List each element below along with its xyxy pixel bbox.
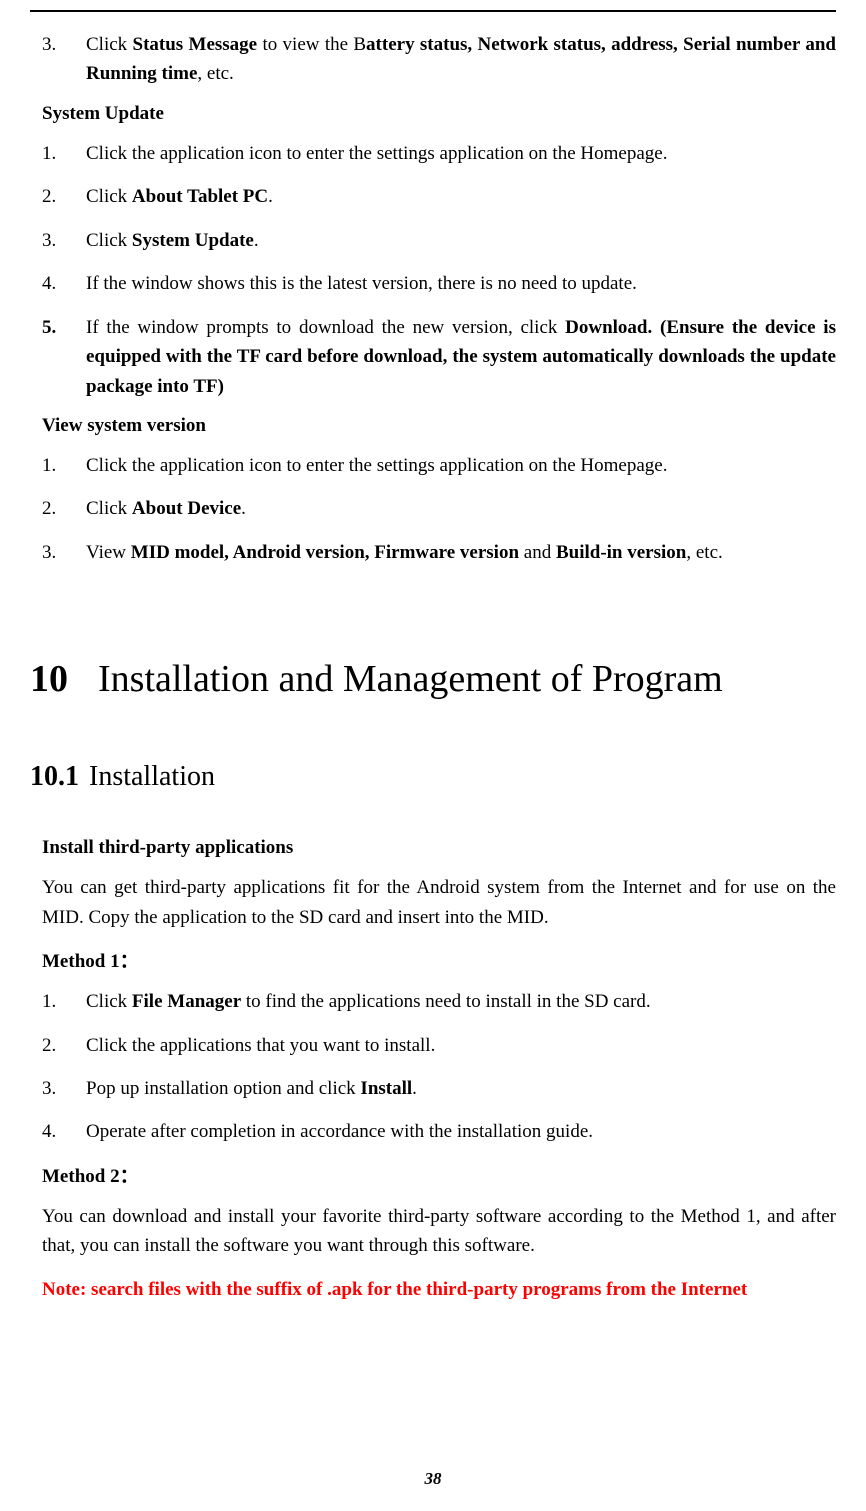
item-body: View MID model, Android version, Firmwar…: [86, 538, 836, 567]
list-item: 1. Click File Manager to find the applic…: [42, 987, 836, 1016]
item-body: If the window shows this is the latest v…: [86, 269, 836, 298]
item-number: 4.: [42, 269, 86, 298]
list-item: 1. Click the application icon to enter t…: [42, 139, 836, 168]
list-item: 3. View MID model, Android version, Firm…: [42, 538, 836, 567]
item-body: Click System Update.: [86, 226, 836, 255]
chapter-title: 10 Installation and Management of Progra…: [30, 657, 836, 701]
chapter-number: 10: [30, 657, 68, 701]
item-number: 2.: [42, 494, 86, 523]
subheading-view-system-version: View system version: [42, 415, 836, 437]
item-number: 2.: [42, 182, 86, 211]
item-body: Operate after completion in accordance w…: [86, 1117, 836, 1146]
item-number: 1.: [42, 139, 86, 168]
list-item: 4. If the window shows this is the lates…: [42, 269, 836, 298]
list-item: 1. Click the application icon to enter t…: [42, 451, 836, 480]
method2-label: Method 2：: [42, 1161, 836, 1188]
item-number: 5.: [42, 313, 86, 342]
item-number: 1.: [42, 987, 86, 1016]
header-rule: [30, 10, 836, 12]
item-number: 3.: [42, 226, 86, 255]
item-body: If the window prompts to download the ne…: [86, 313, 836, 401]
item-body: Click Status Message to view the Battery…: [86, 30, 836, 89]
list-item: 2. Click About Tablet PC.: [42, 182, 836, 211]
sysupdate-list: 1. Click the application icon to enter t…: [42, 139, 836, 401]
content-block: 3. Click Status Message to view the Batt…: [42, 30, 836, 567]
list-item: 2. Click the applications that you want …: [42, 1031, 836, 1060]
method2-text: You can download and install your favori…: [42, 1202, 836, 1261]
note-text: Note: search files with the suffix of .a…: [42, 1275, 836, 1304]
item-number: 1.: [42, 451, 86, 480]
item-number: 3.: [42, 30, 86, 59]
subheading-system-update: System Update: [42, 103, 836, 125]
method1-label: Method 1：: [42, 946, 836, 973]
item-number: 3.: [42, 538, 86, 567]
section-text: Installation: [89, 761, 215, 792]
section-title: 10.1 Installation: [30, 761, 836, 793]
method1-list: 1. Click File Manager to find the applic…: [42, 987, 836, 1147]
item-body: Click the applications that you want to …: [86, 1031, 836, 1060]
list-item: 5. If the window prompts to download the…: [42, 313, 836, 401]
page-container: 3. Click Status Message to view the Batt…: [0, 0, 866, 1511]
item-body: Click About Device.: [86, 494, 836, 523]
item-number: 4.: [42, 1117, 86, 1146]
top-list: 3. Click Status Message to view the Batt…: [42, 30, 836, 89]
list-item: 4. Operate after completion in accordanc…: [42, 1117, 836, 1146]
list-item: 3. Click System Update.: [42, 226, 836, 255]
chapter-text: Installation and Management of Program: [98, 657, 836, 701]
item-number: 3.: [42, 1074, 86, 1103]
item-body: Click the application icon to enter the …: [86, 139, 836, 168]
item-body: Click About Tablet PC.: [86, 182, 836, 211]
install-block: Install third-party applications You can…: [42, 837, 836, 1304]
viewsys-list: 1. Click the application icon to enter t…: [42, 451, 836, 567]
item-body: Click File Manager to find the applicati…: [86, 987, 836, 1016]
item-body: Click the application icon to enter the …: [86, 451, 836, 480]
page-number: 38: [0, 1469, 866, 1489]
list-item: 2. Click About Device.: [42, 494, 836, 523]
list-item: 3. Click Status Message to view the Batt…: [42, 30, 836, 89]
section-number: 10.1: [30, 761, 79, 792]
install-intro: You can get third-party applications fit…: [42, 873, 836, 932]
subheading-install-apps: Install third-party applications: [42, 837, 836, 859]
item-number: 2.: [42, 1031, 86, 1060]
item-body: Pop up installation option and click Ins…: [86, 1074, 836, 1103]
list-item: 3. Pop up installation option and click …: [42, 1074, 836, 1103]
